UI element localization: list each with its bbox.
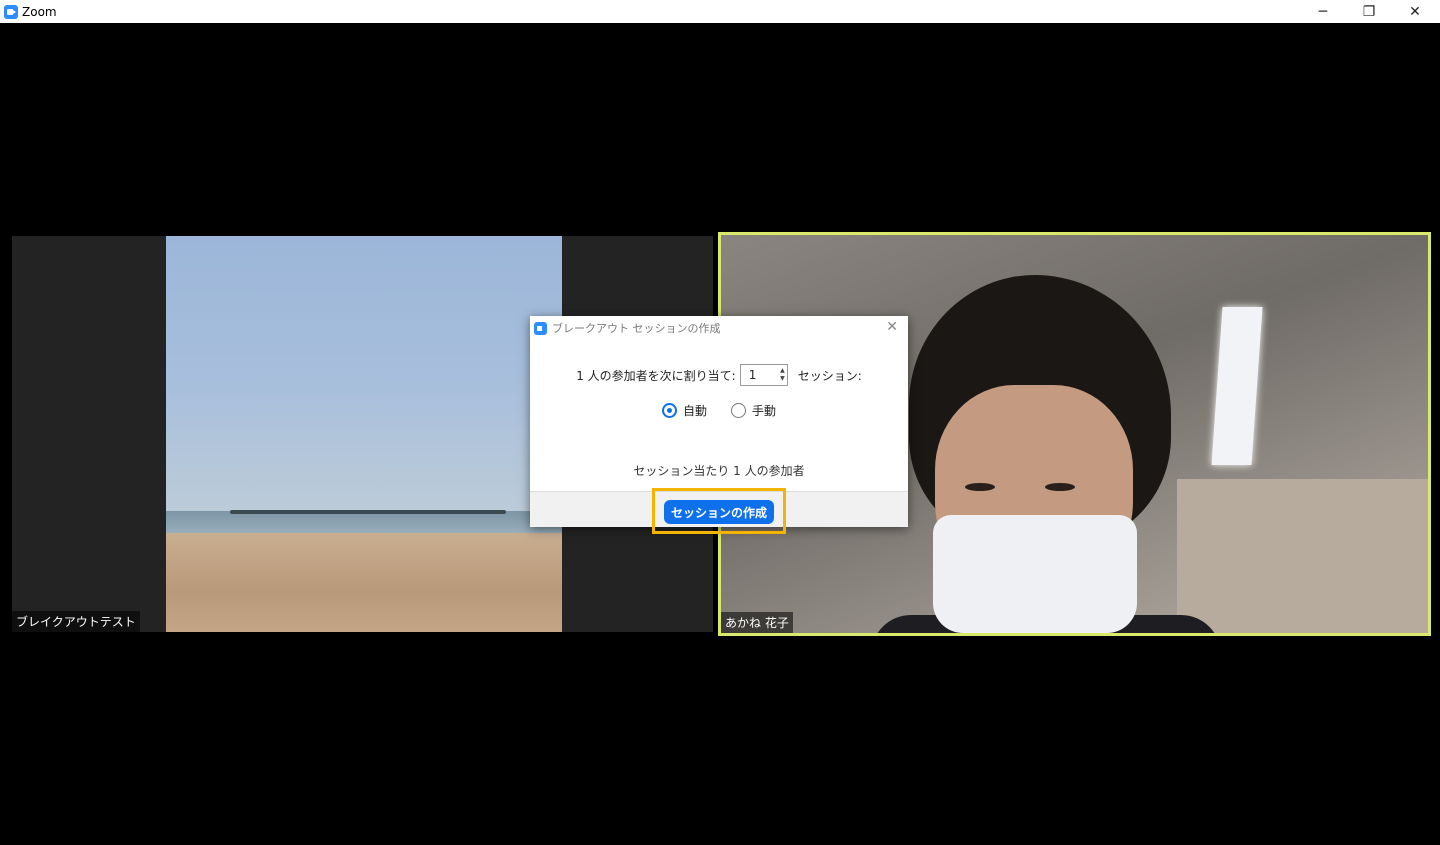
window-titlebar: Zoom ─ ❐ ✕	[0, 0, 1440, 23]
sky	[166, 236, 562, 511]
create-session-button[interactable]: セッションの作成	[664, 500, 774, 524]
radio-manual[interactable]: 手動	[731, 402, 776, 419]
participant-name-label: ブレイクアウトテスト	[12, 611, 140, 632]
session-count-value: 1	[748, 368, 757, 382]
zoom-dialog-icon	[534, 321, 547, 335]
radio-manual-indicator[interactable]	[731, 403, 746, 418]
minimize-icon[interactable]: ─	[1300, 0, 1346, 23]
assign-row: 1 人の参加者を次に割り当て: 1 ▲ ▼ セッション:	[530, 364, 908, 386]
person-eye-right	[1045, 483, 1075, 491]
sand	[166, 533, 562, 632]
app-title: Zoom	[22, 4, 57, 19]
dialog-titlebar: ブレークアウト セッションの作成 ✕	[530, 316, 908, 340]
person-eye-left	[965, 483, 995, 491]
dialog-footer: セッションの作成	[530, 488, 908, 534]
radio-manual-label: 手動	[752, 404, 777, 418]
create-breakout-dialog: ブレークアウト セッションの作成 ✕ 1 人の参加者を次に割り当て: 1 ▲ ▼…	[530, 316, 908, 534]
zoom-app-icon	[4, 4, 18, 19]
assign-mode-group: 自動 手動	[530, 402, 908, 419]
wall-panel	[1177, 479, 1428, 633]
radio-auto-label: 自動	[682, 404, 707, 418]
stepper-down-icon[interactable]: ▼	[780, 375, 785, 383]
close-icon[interactable]: ✕	[1392, 0, 1438, 23]
session-count-stepper[interactable]: 1 ▲ ▼	[739, 364, 788, 386]
assign-suffix-label: セッション:	[797, 368, 862, 383]
jetty	[230, 510, 506, 514]
dialog-title: ブレークアウト セッションの作成	[552, 322, 721, 335]
per-session-info: セッション当たり 1 人の参加者	[633, 464, 805, 478]
participant-name-label: あかね 花子	[721, 612, 793, 633]
person-mask	[933, 515, 1137, 633]
dialog-close-icon[interactable]: ✕	[886, 319, 898, 335]
maximize-icon[interactable]: ❐	[1346, 0, 1392, 23]
stepper-up-icon[interactable]: ▲	[780, 367, 785, 375]
beach-video-background	[166, 236, 562, 632]
radio-auto-indicator[interactable]	[661, 403, 677, 418]
sea	[166, 511, 562, 533]
radio-auto[interactable]: 自動	[661, 402, 707, 419]
stepper-arrows[interactable]: ▲ ▼	[780, 367, 785, 383]
assign-prefix-label: 1 人の参加者を次に割り当て:	[576, 368, 736, 383]
